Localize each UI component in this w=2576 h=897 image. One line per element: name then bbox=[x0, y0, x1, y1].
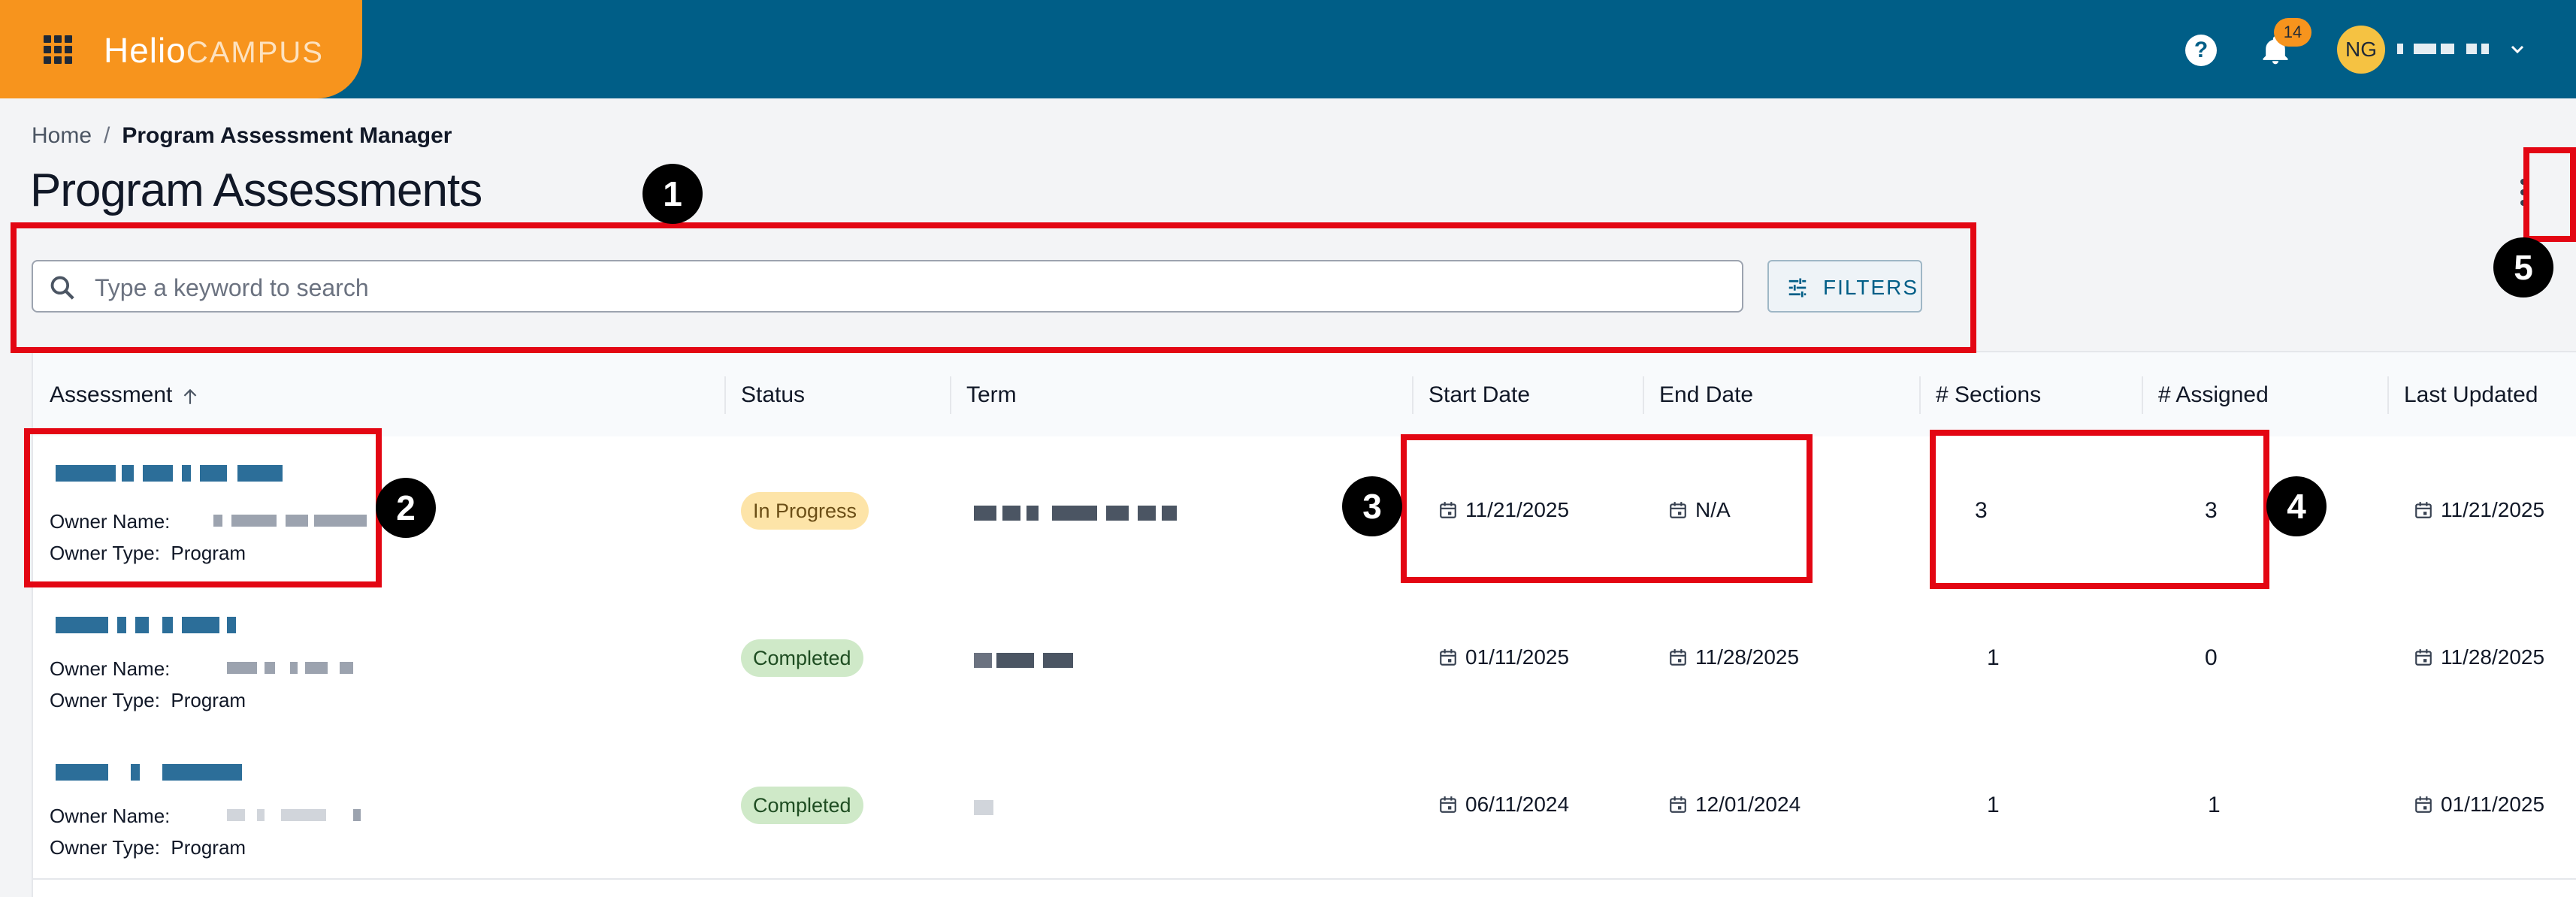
heliocampus-logo[interactable]: HelioCAMPUS bbox=[104, 30, 324, 71]
last-updated: 11/28/2025 bbox=[2414, 645, 2544, 669]
breadcrumb-separator: / bbox=[104, 123, 110, 148]
breadcrumb: Home / Program Assessment Manager bbox=[32, 123, 452, 149]
column-header-term[interactable]: Term bbox=[950, 376, 1017, 414]
annotation-marker-5: 5 bbox=[2493, 237, 2553, 297]
status-badge: Completed bbox=[741, 787, 863, 824]
owner-name-redacted bbox=[192, 809, 388, 823]
owner-name-label: Owner Name: bbox=[50, 657, 171, 680]
annotation-marker-2: 2 bbox=[376, 478, 436, 538]
annotation-marker-4: 4 bbox=[2266, 476, 2327, 536]
term-redacted bbox=[974, 800, 1199, 818]
notification-count-badge: 14 bbox=[2274, 18, 2311, 47]
column-header-assigned[interactable]: # Assigned bbox=[2142, 376, 2269, 414]
breadcrumb-current: Program Assessment Manager bbox=[122, 123, 452, 148]
brand-area: HelioCAMPUS bbox=[0, 0, 362, 98]
end-date: 11/28/2025 bbox=[1668, 645, 1799, 669]
annotation-marker-1: 1 bbox=[642, 164, 703, 224]
help-icon[interactable]: ? bbox=[2185, 35, 2217, 66]
status-badge: Completed bbox=[741, 639, 863, 677]
column-header-last-updated[interactable]: Last Updated bbox=[2387, 376, 2538, 414]
calendar-icon bbox=[1440, 796, 1456, 813]
page-title: Program Assessments bbox=[30, 165, 482, 216]
start-date: 06/11/2024 bbox=[1438, 793, 1569, 817]
assessment-name-link-redacted[interactable] bbox=[50, 764, 320, 784]
calendar-icon bbox=[1440, 649, 1456, 666]
user-avatar[interactable]: NG bbox=[2337, 26, 2385, 74]
assigned-count: 1 bbox=[2208, 793, 2221, 817]
breadcrumb-home-link[interactable]: Home bbox=[32, 123, 92, 148]
app-grid-icon[interactable] bbox=[44, 35, 72, 64]
calendar-icon bbox=[1670, 649, 1686, 666]
calendar-icon bbox=[2415, 502, 2432, 518]
owner-type: Owner Type: Program bbox=[50, 836, 246, 859]
calendar-icon bbox=[2415, 649, 2432, 666]
start-date: 01/11/2025 bbox=[1438, 645, 1569, 669]
column-header-end-date[interactable]: End Date bbox=[1642, 376, 1753, 414]
calendar-icon bbox=[1670, 796, 1686, 813]
highlight-assessment-cell bbox=[24, 428, 382, 587]
calendar-icon bbox=[2415, 796, 2432, 813]
owner-type: Owner Type: Program bbox=[50, 689, 246, 711]
highlight-dates bbox=[1401, 434, 1813, 583]
sections-count: 1 bbox=[1987, 645, 2000, 670]
table-row[interactable]: Owner Name: Owner Type: Program Complete… bbox=[33, 584, 2576, 732]
highlight-more-options bbox=[2523, 147, 2576, 242]
term-redacted bbox=[974, 653, 1199, 671]
assigned-count: 0 bbox=[2205, 645, 2218, 670]
term-redacted bbox=[974, 506, 1199, 524]
column-header-sections[interactable]: # Sections bbox=[1918, 376, 2041, 414]
end-date: 12/01/2024 bbox=[1668, 793, 1800, 817]
last-updated: 01/11/2025 bbox=[2414, 793, 2544, 817]
user-name-redacted[interactable] bbox=[2397, 44, 2495, 57]
column-header-assessment[interactable]: Assessment bbox=[50, 382, 172, 408]
owner-name-redacted bbox=[192, 662, 388, 675]
top-nav-bar: HelioCAMPUS ? 14 NG bbox=[0, 0, 2576, 98]
status-badge: In Progress bbox=[741, 492, 869, 530]
table-row[interactable]: Owner Name: Owner Type: Program Complete… bbox=[33, 731, 2576, 880]
column-header-start-date[interactable]: Start Date bbox=[1411, 376, 1530, 414]
annotation-marker-3: 3 bbox=[1342, 476, 1402, 536]
last-updated: 11/21/2025 bbox=[2414, 498, 2544, 522]
sections-count: 1 bbox=[1987, 793, 2000, 817]
chevron-down-icon[interactable] bbox=[2508, 41, 2526, 59]
highlight-search-area bbox=[11, 222, 1976, 353]
table-header: Assessment Status Term Start Date End Da… bbox=[33, 352, 2576, 438]
assessment-name-link-redacted[interactable] bbox=[50, 617, 320, 636]
owner-name-label: Owner Name: bbox=[50, 805, 171, 827]
highlight-counts bbox=[1930, 430, 2269, 589]
sort-ascending-icon[interactable] bbox=[180, 385, 200, 408]
column-header-status[interactable]: Status bbox=[724, 376, 805, 414]
